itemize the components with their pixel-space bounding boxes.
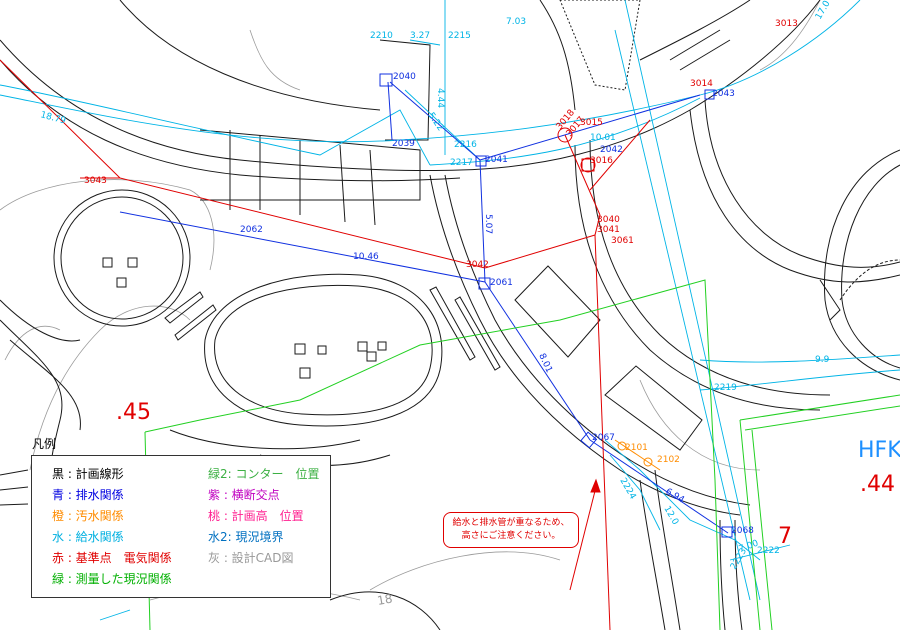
elevation-mark-45: .45 <box>116 400 151 425</box>
label-2222: 2222 <box>757 546 780 556</box>
label-10-01: 10.01 <box>590 133 616 143</box>
elevation-mark-7: 7 <box>778 524 792 549</box>
label-18: 18 <box>376 592 393 608</box>
legend-item: 橙 : 汚水関係 <box>52 509 124 523</box>
label-3042: 3042 <box>466 260 489 270</box>
label-2067: 2067 <box>592 433 615 443</box>
label-2219: 2219 <box>714 383 737 393</box>
label-3041: 3041 <box>597 225 620 235</box>
label-2217: 2217 <box>450 158 473 168</box>
label-4-44: 4.44 <box>435 88 445 108</box>
label-2224: 2224 <box>617 477 637 502</box>
label-2102: 2102 <box>657 455 680 465</box>
label-2210: 2210 <box>370 31 393 41</box>
label-3061: 3061 <box>611 236 634 246</box>
legend-item: 青 : 排水関係 <box>52 488 124 502</box>
note-line-2: 高さにご注意ください。 <box>461 531 561 541</box>
label-18-79: 18.79 <box>39 110 67 126</box>
legend-item: 緑2: コンター 位置 <box>208 467 320 481</box>
label-2216: 2216 <box>454 140 477 150</box>
label-17-0: 17.0 <box>814 0 833 22</box>
label-2101: 2101 <box>625 443 648 453</box>
label-3016: 3016 <box>590 156 613 166</box>
label-2039: 2039 <box>392 139 415 149</box>
legend-right-column: 緑2: コンター 位置 紫 : 横断交点 桃 : 計画高 位置 水2: 現況境界… <box>208 464 320 569</box>
legend-item: 緑 : 測量した現況関係 <box>52 572 172 586</box>
label-2215: 2215 <box>448 31 471 41</box>
legend-item: 水 : 給水関係 <box>52 530 124 544</box>
label-2041: 2041 <box>485 155 508 165</box>
hfk-mark: HFK <box>858 438 900 463</box>
label-3-27: 3.27 <box>410 31 430 41</box>
legend-box: 黒 : 計画線形 青 : 排水関係 橙 : 汚水関係 水 : 給水関係 赤 : … <box>31 455 331 598</box>
label-10-46: 10.46 <box>353 252 379 262</box>
label-2062: 2062 <box>240 225 263 235</box>
gray-labels: 18 <box>376 592 393 608</box>
label-3015: 3015 <box>580 118 603 128</box>
legend-title: 凡例 <box>32 437 57 451</box>
legend-left-column: 黒 : 計画線形 青 : 排水関係 橙 : 汚水関係 水 : 給水関係 赤 : … <box>52 464 172 590</box>
elevation-mark-44: .44 <box>860 472 895 497</box>
legend-item: 黒 : 計画線形 <box>52 467 124 481</box>
legend-item: 灰 : 設計CAD図 <box>208 551 294 565</box>
legend-item: 紫 : 横断交点 <box>208 488 280 502</box>
label-3040: 3040 <box>597 215 620 225</box>
caution-note: 給水と排水管が重なるため、 高さにご注意ください。 <box>443 512 579 548</box>
legend-item: 赤 : 基準点 電気関係 <box>52 551 172 565</box>
label-2043: 2043 <box>712 89 735 99</box>
label-2042: 2042 <box>600 145 623 155</box>
label-2068: 2068 <box>731 526 754 536</box>
note-line-1: 給水と排水管が重なるため、 <box>452 518 570 528</box>
label-3014: 3014 <box>690 79 713 89</box>
legend-item: 水2: 現況境界 <box>208 530 284 544</box>
cyan-labels: 2210 2215 2216 2217 2219 2222 2223 2224 … <box>370 0 833 572</box>
legend-item: 桃 : 計画高 位置 <box>208 509 304 523</box>
label-3013: 3013 <box>775 19 798 29</box>
label-3043: 3043 <box>84 176 107 186</box>
label-5-07: 5.07 <box>483 214 493 234</box>
label-2040: 2040 <box>393 72 416 82</box>
label-2061: 2061 <box>490 278 513 288</box>
label-9-9: 9.9 <box>815 355 830 365</box>
label-7-03: 7.03 <box>506 17 526 27</box>
